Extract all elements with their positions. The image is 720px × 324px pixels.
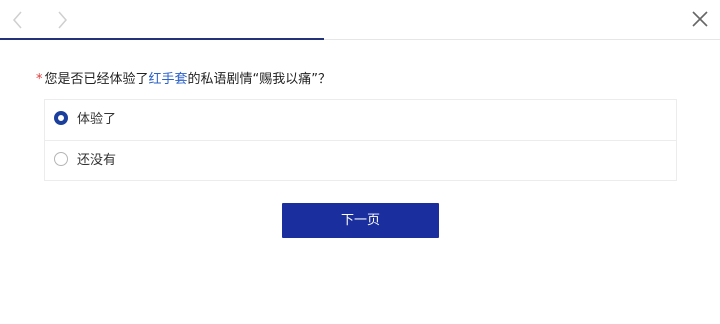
options-list: 体验了 还没有: [44, 99, 677, 181]
radio-unchecked-icon[interactable]: [54, 152, 68, 166]
top-bar: [0, 0, 720, 40]
question-text-after: 的私语剧情“赐我以痛”？: [187, 72, 332, 87]
required-marker: *: [36, 72, 43, 87]
option-not-yet[interactable]: 还没有: [45, 140, 676, 180]
progress-bar: [0, 38, 720, 40]
question-highlight: 红手套: [148, 72, 188, 87]
option-label: 体验了: [77, 112, 117, 127]
progress-bar-fill: [0, 38, 324, 40]
question-text-before: 您是否已经体验了: [44, 72, 149, 87]
option-label: 还没有: [77, 153, 117, 168]
radio-checked-icon[interactable]: [54, 111, 68, 125]
close-icon[interactable]: [688, 7, 712, 31]
chevron-right-icon[interactable]: [50, 8, 74, 32]
next-page-button[interactable]: 下一页: [282, 203, 439, 238]
question-text: * 您是否已经体验了红手套的私语剧情“赐我以痛”？: [36, 70, 331, 90]
chevron-left-icon[interactable]: [6, 8, 30, 32]
option-experienced[interactable]: 体验了: [45, 100, 676, 140]
